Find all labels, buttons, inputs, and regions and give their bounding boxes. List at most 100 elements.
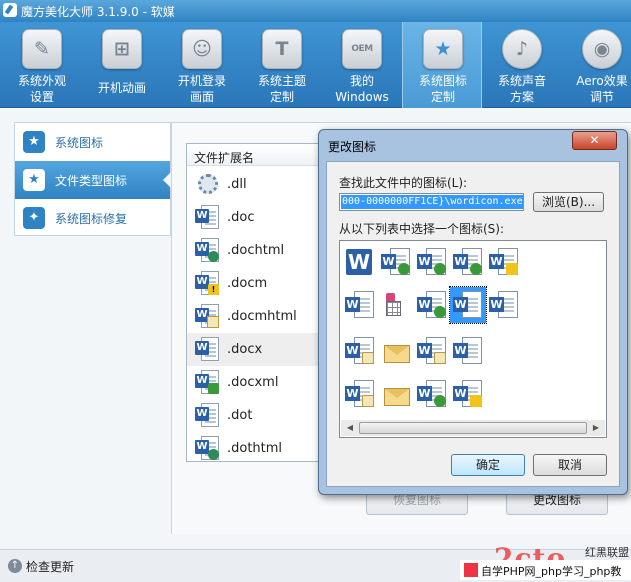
word-doc-image-icon: W [416, 335, 448, 367]
dll-gear-icon [195, 171, 221, 199]
list-item[interactable]: .dll [187, 168, 335, 201]
icon-option[interactable]: W [450, 376, 486, 412]
update-arrow-icon[interactable]: ↑ [8, 559, 22, 573]
scroll-right-icon[interactable]: ▶ [591, 423, 601, 433]
icon-picker-list[interactable]: W W W W W W W W W W W W W W W ◀ ▶ [339, 240, 607, 438]
icon-option[interactable]: W [342, 244, 378, 280]
tool-label: 开机登录 画面 [177, 74, 226, 104]
tool-appearance-settings[interactable]: ✎ 系统外观 设置 [2, 22, 82, 108]
tool-icon-custom[interactable]: ★ 系统图标 定制 [402, 22, 482, 108]
star-icon: ★ [23, 169, 45, 191]
oem-icon: OEM [342, 29, 382, 69]
word-doc-globe-icon: W [416, 246, 448, 278]
icon-option[interactable]: W [450, 333, 486, 369]
word-edit-icon: W [344, 378, 376, 410]
site-watermark: 2cto 红黑联盟 自学PHP网_php学习_php教 [460, 542, 631, 582]
star-icon: ★ [423, 29, 463, 69]
aero-disc-icon: ◉ [582, 29, 622, 69]
tool-label: 系统声音 方案 [497, 74, 546, 104]
word-mhtml-icon: W [195, 303, 221, 331]
change-icon-dialog: 更改图标 ✕ 查找此文件中的图标(L): 000-0000000FF1CE}\w… [318, 129, 628, 495]
tool-theme-custom[interactable]: T 系统主题 定制 [242, 22, 322, 108]
sidebar-item-label: 系统图标 [55, 136, 104, 150]
icon-option[interactable] [378, 287, 414, 323]
icon-option[interactable]: W [378, 244, 414, 280]
tool-label: 系统图标 定制 [418, 74, 467, 104]
word-app-icon: W [346, 249, 372, 275]
scroll-left-icon[interactable]: ◀ [345, 423, 355, 433]
list-item[interactable]: W .docx [187, 333, 335, 366]
icon-option[interactable]: W [414, 333, 450, 369]
word-doc-arrow-icon: W [416, 378, 448, 410]
icon-option[interactable]: W [450, 244, 486, 280]
find-icons-label: 查找此文件中的图标(L): [339, 176, 468, 190]
word-doc-warning-icon: W [452, 378, 484, 410]
tool-sound-scheme[interactable]: ♪ 系统声音 方案 [482, 22, 562, 108]
word-document-icon: W [344, 289, 376, 321]
list-item[interactable]: W .docmhtml [187, 300, 335, 333]
icon-option[interactable]: W [342, 287, 378, 323]
tshirt-icon: T [262, 29, 302, 69]
sidebar-item-icon-repair[interactable]: ✦ 系统图标修复 [15, 199, 170, 237]
tool-label: 系统外观 设置 [17, 74, 66, 104]
list-item[interactable]: W! .docm [187, 267, 335, 300]
tool-boot-animation[interactable]: ⊞ 开机动画 [82, 22, 162, 108]
tool-login-screen[interactable]: ☺ 开机登录 画面 [162, 22, 242, 108]
icon-option[interactable]: W [342, 376, 378, 412]
icon-option[interactable]: W [342, 333, 378, 369]
tool-label: 我的 Windows [335, 74, 389, 104]
list-item[interactable]: W .docxml [187, 366, 335, 399]
sidebar: ★ 系统图标 ★ 文件类型图标 ✦ 系统图标修复 [14, 122, 171, 236]
word-document-icon: W [195, 204, 221, 232]
select-icon-label: 从以下列表中选择一个图标(S): [339, 222, 505, 236]
watermark-logo-text: 红黑联盟 [585, 546, 629, 559]
file-extension-list[interactable]: 文件扩展名 .dll W .doc W .dochtml W! .docm W … [186, 143, 336, 462]
star-icon: ★ [23, 131, 45, 153]
icon-option-selected[interactable]: W [449, 286, 487, 324]
app-logo-icon [3, 3, 17, 17]
icon-option[interactable] [378, 333, 414, 369]
tool-label: 系统主题 定制 [257, 74, 306, 104]
tool-label: 开机动画 [97, 81, 146, 95]
close-button[interactable]: ✕ [572, 131, 617, 150]
word-html-icon: W [195, 237, 221, 265]
icon-file-path-input[interactable]: 000-0000000FF1CE}\wordicon.exe [339, 193, 524, 211]
word-html-icon: W [195, 435, 221, 461]
browse-button[interactable]: 浏览(B)... [533, 192, 604, 212]
ok-button[interactable]: 确定 [451, 454, 525, 476]
user-login-icon: ☺ [182, 29, 222, 69]
dialog-title: 更改图标 [328, 140, 377, 154]
tool-label: Aero效果 调节 [576, 74, 628, 104]
watermark-text: 自学PHP网_php学习_php教 [481, 565, 622, 578]
sidebar-item-system-icons[interactable]: ★ 系统图标 [15, 123, 170, 161]
list-item[interactable]: W .dothtml [187, 432, 335, 461]
icon-option[interactable]: W [414, 287, 450, 323]
word-doc-arrow-icon: W [452, 246, 484, 278]
dialog-body: 查找此文件中的图标(L): 000-0000000FF1CE}\wordicon… [326, 161, 620, 487]
word-macro-icon: W! [195, 270, 221, 298]
horizontal-scrollbar[interactable]: ◀ ▶ [341, 420, 605, 436]
icon-option[interactable]: W [414, 244, 450, 280]
word-xml-icon: W [195, 369, 221, 397]
brush-icon: ✎ [22, 29, 62, 69]
list-item[interactable]: W .dot [187, 399, 335, 432]
tool-aero-effect[interactable]: ◉ Aero效果 调节 [562, 22, 631, 108]
list-item[interactable]: W .dochtml [187, 234, 335, 267]
word-document-icon: W [452, 289, 484, 321]
sidebar-item-file-type-icons[interactable]: ★ 文件类型图标 [15, 161, 171, 199]
scrollbar-thumb[interactable] [359, 422, 587, 434]
icon-option[interactable]: W [414, 376, 450, 412]
word-document-icon: W [452, 335, 484, 367]
icon-option[interactable]: W [486, 244, 522, 280]
word-table-icon [380, 289, 412, 321]
tool-my-windows[interactable]: OEM 我的 Windows [322, 22, 402, 108]
check-update-link[interactable]: 检查更新 [26, 558, 74, 575]
cancel-button[interactable]: 取消 [533, 454, 607, 476]
word-template-icon: W [344, 335, 376, 367]
watermark-bar: 自学PHP网_php学习_php教 [460, 560, 631, 580]
repair-star-icon: ✦ [23, 207, 45, 229]
icon-option[interactable]: W [486, 287, 522, 323]
icon-option[interactable] [378, 376, 414, 412]
list-item[interactable]: W .doc [187, 201, 335, 234]
list-header[interactable]: 文件扩展名 [187, 144, 335, 166]
